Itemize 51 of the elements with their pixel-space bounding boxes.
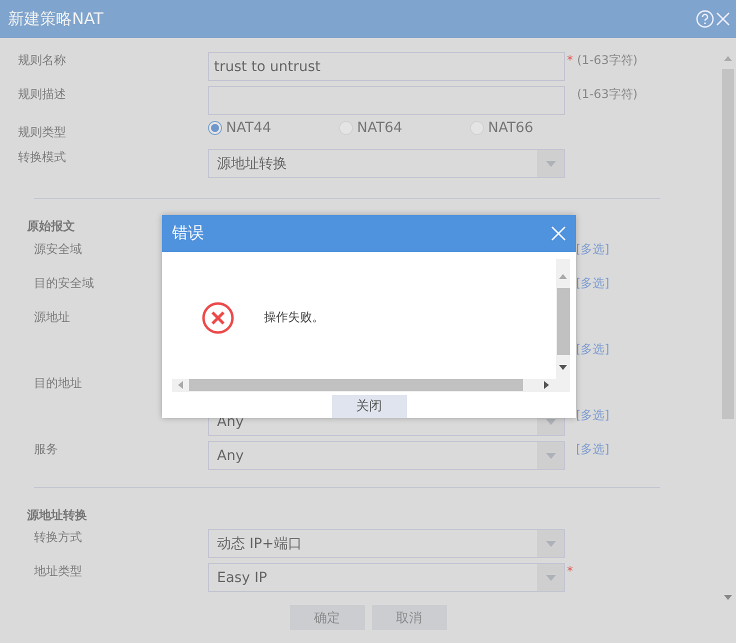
window-title: 新建策略NAT <box>8 8 104 30</box>
select-field[interactable]: 动态 IP+端口 <box>208 529 565 558</box>
multi-select-link[interactable]: [多选] <box>576 341 610 357</box>
scroll-down-icon[interactable] <box>559 364 567 370</box>
multi-select-link[interactable]: [多选] <box>576 441 610 457</box>
length-hint: (1-63字符) <box>577 52 638 68</box>
radio-option[interactable]: NAT44 <box>208 120 339 136</box>
select-field[interactable]: Easy IP <box>208 563 565 592</box>
radio-option[interactable]: NAT64 <box>339 120 470 136</box>
scroll-left-icon[interactable] <box>178 381 183 390</box>
field-label: 转换模式 <box>18 149 66 165</box>
caret-icon <box>546 160 556 166</box>
scroll-up-icon[interactable] <box>559 274 567 279</box>
scroll-right-icon[interactable] <box>544 381 549 390</box>
dialog-title: 错误 <box>172 222 205 244</box>
radio-option[interactable]: NAT66 <box>470 120 601 136</box>
caret-icon <box>546 574 556 580</box>
field-label: 规则类型 <box>18 124 66 140</box>
caret-icon <box>546 540 556 546</box>
dialog-hscrollbar[interactable] <box>172 378 570 392</box>
multi-select-link[interactable]: [多选] <box>576 407 610 423</box>
text-field[interactable]: trust to untrust <box>208 52 565 81</box>
field-label: 地址类型 <box>34 563 82 579</box>
cancel-button[interactable]: 取消 <box>372 605 446 630</box>
multi-select-link[interactable]: [多选] <box>576 241 610 257</box>
radio-icon <box>208 121 222 135</box>
field-label: 规则名称 <box>18 52 66 68</box>
field-label: 源安全域 <box>34 241 82 257</box>
dialog-scrollbar[interactable] <box>556 258 570 379</box>
help-icon[interactable] <box>696 10 714 28</box>
select-field[interactable]: Any <box>208 441 565 470</box>
confirm-button[interactable]: 确定 <box>290 605 364 630</box>
error-message: 操作失败。 <box>264 309 324 326</box>
dialog-close-button[interactable]: 关闭 <box>332 394 406 418</box>
section-heading: 源地址转换 <box>27 507 87 523</box>
field-label: 转换方式 <box>34 529 82 545</box>
length-hint: (1-63字符) <box>577 86 638 102</box>
field-label: 服务 <box>34 441 58 457</box>
multi-select-link[interactable]: [多选] <box>576 275 610 291</box>
field-label: 目的地址 <box>34 375 82 391</box>
required-mark: * <box>567 52 573 68</box>
section-heading: 原始报文 <box>27 218 75 234</box>
close-icon[interactable] <box>716 12 730 26</box>
caret-icon <box>546 452 556 458</box>
error-icon <box>202 302 234 334</box>
field-label: 源地址 <box>34 309 70 325</box>
scroll-up-icon[interactable] <box>724 56 732 61</box>
field-label: 目的安全域 <box>34 275 94 291</box>
field-label: 规则描述 <box>18 86 66 102</box>
required-mark: * <box>567 563 573 579</box>
select-field[interactable]: 源地址转换 <box>208 149 565 178</box>
